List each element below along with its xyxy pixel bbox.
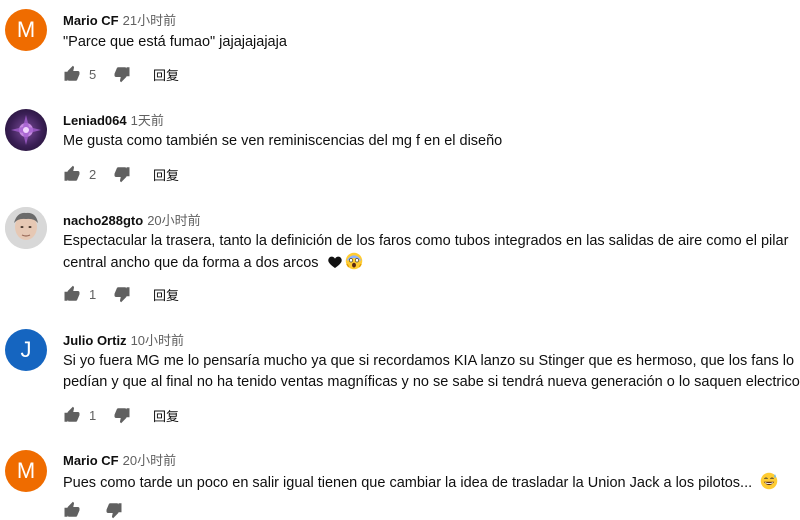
avatar[interactable]: [5, 109, 47, 151]
emblem-icon: [11, 115, 41, 145]
reply-button[interactable]: 回复: [153, 165, 179, 184]
comment-text: Pues como tarde un poco en salir igual t…: [63, 472, 800, 494]
author-name[interactable]: nacho288gto: [63, 213, 143, 228]
comment-text-line: Pues como tarde un poco en salir igual t…: [63, 475, 753, 491]
comment-actions: 1 回复: [63, 284, 179, 304]
comment-text-line-1: Pues como tarde un poco en salir igual t…: [63, 472, 800, 494]
avatar-letter: M: [16, 458, 36, 483]
comment-header: Leniad064 1天前: [63, 110, 164, 129]
comment-header: Mario CF 21小时前: [63, 10, 176, 29]
avatar[interactable]: J: [5, 329, 47, 371]
avatar-letter: M: [16, 17, 36, 42]
comment-header: nacho288gto 20小时前: [63, 210, 201, 229]
thumbs-up-icon[interactable]: [63, 165, 81, 183]
comment-text-line: "Parce que está fumao" jajajajajaja: [63, 34, 287, 50]
like-count: 2: [89, 166, 97, 182]
comment-time[interactable]: 21小时前: [123, 13, 176, 28]
like-count: 5: [89, 66, 97, 82]
comment-time[interactable]: 1天前: [131, 113, 164, 128]
comment-text-line: Si yo fuera MG me lo pensaría mucho ya q…: [63, 353, 795, 369]
thumbs-down-icon[interactable]: [113, 165, 131, 183]
comment-time[interactable]: 20小时前: [147, 213, 200, 228]
thumbs-up-icon[interactable]: [63, 406, 81, 424]
comment-time[interactable]: 20小时前: [123, 453, 176, 468]
comment-text-line-2: central ancho que da forma a dos arcos: [63, 252, 800, 274]
thumbs-up-icon[interactable]: [63, 285, 81, 303]
author-name[interactable]: Mario CF: [63, 13, 119, 28]
comment-header: Mario CF 20小时前: [63, 450, 176, 469]
screaming-face-emoji: [345, 252, 362, 270]
reply-button[interactable]: 回复: [153, 406, 179, 425]
comment-text: Si yo fuera MG me lo pensaría mucho ya q…: [63, 351, 800, 393]
like-count: 1: [89, 407, 97, 423]
author-name[interactable]: Mario CF: [63, 453, 119, 468]
comment-text-line: central ancho que da forma a dos arcos: [63, 255, 319, 271]
avatar[interactable]: M: [5, 450, 47, 492]
thumbs-down-icon[interactable]: [105, 501, 123, 519]
avatar-letter: J: [20, 337, 32, 362]
face-photo-icon: [5, 207, 47, 249]
comment-actions: [63, 500, 145, 520]
avatar[interactable]: M: [5, 9, 47, 51]
avatar[interactable]: [5, 207, 47, 249]
grinning-sweat-emoji: [760, 472, 778, 490]
author-name[interactable]: Julio Ortiz: [63, 333, 127, 348]
comment-text: "Parce que está fumao" jajajajajaja: [63, 32, 800, 53]
like-count: 1: [89, 286, 97, 302]
comment-actions: 5 回复: [63, 64, 179, 84]
comment-text-line: pedían y que al final no ha tenido venta…: [63, 374, 800, 390]
reply-button[interactable]: 回复: [153, 65, 179, 84]
thumbs-down-icon[interactable]: [113, 285, 131, 303]
thumbs-down-icon[interactable]: [113, 406, 131, 424]
reply-button[interactable]: 回复: [153, 285, 179, 304]
comment-actions: 1 回复: [63, 405, 179, 425]
thumbs-up-icon[interactable]: [63, 501, 81, 519]
black-heart-emoji: [327, 256, 342, 268]
thumbs-down-icon[interactable]: [113, 65, 131, 83]
comment-header: Julio Ortiz 10小时前: [63, 330, 184, 349]
thumbs-up-icon[interactable]: [63, 65, 81, 83]
author-name[interactable]: Leniad064: [63, 113, 127, 128]
comment-text: Me gusta como también se ven reminiscenc…: [63, 131, 800, 152]
comment-actions: 2 回复: [63, 164, 179, 184]
comment-text-line: Espectacular la trasera, tanto la defini…: [63, 233, 789, 249]
comment-text: Espectacular la trasera, tanto la defini…: [63, 231, 800, 274]
comment-time[interactable]: 10小时前: [131, 333, 184, 348]
comment-text-line: Me gusta como también se ven reminiscenc…: [63, 133, 503, 149]
